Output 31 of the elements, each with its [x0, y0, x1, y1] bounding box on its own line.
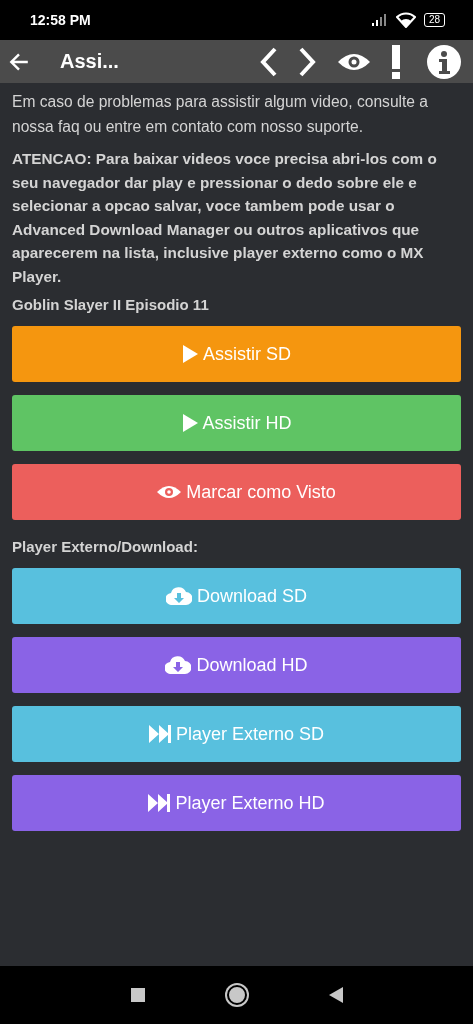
action-button[interactable]: Assistir HD: [12, 395, 461, 451]
warning-text: ATENCAO: Para baixar videos voce precisa abri-los com o seu navegador dar play e pressionar o dedo sobre ele e selecionar a opcao salvar, voce tambem pode usar o Advanced Download Manager ou outros aplicativos que aparecerem na lista, inclusive player externo como o MX Player.: [12, 149, 438, 287]
eye-icon[interactable]: [337, 51, 371, 72]
back-icon[interactable]: [328, 987, 343, 1003]
signal-icon: [371, 14, 388, 26]
eye-icon: [157, 485, 182, 499]
chevron-right-icon[interactable]: [297, 45, 317, 78]
toolbar-title: Assi...: [60, 50, 120, 73]
action-button[interactable]: Download HD: [12, 637, 461, 693]
action-button[interactable]: Player Externo SD: [12, 706, 461, 762]
play-icon: [182, 345, 198, 363]
chevron-left-icon[interactable]: [259, 45, 279, 78]
action-button[interactable]: Player Externo HD: [12, 775, 461, 831]
cloud-download-icon: [165, 587, 192, 605]
home-icon[interactable]: [226, 985, 247, 1005]
help-text: Em caso de problemas para assistir algum video, consulte a nossa faq ou entre em contato com nosso suporte.: [12, 92, 430, 137]
fast-forward-icon: [148, 794, 171, 812]
play-icon: [181, 414, 198, 432]
fast-forward-icon: [148, 725, 171, 743]
recent-apps-icon[interactable]: [130, 988, 145, 1002]
info-icon[interactable]: [427, 44, 461, 79]
section-heading: Player Externo/Download:: [12, 537, 199, 557]
status-time: 12:58 PM: [30, 12, 91, 28]
action-button[interactable]: Marcar como Visto: [12, 464, 461, 520]
episode-title: Goblin Slayer II Episodio 11: [12, 295, 210, 315]
wifi-icon: [395, 12, 416, 28]
cloud-download-icon: [165, 656, 192, 674]
action-button[interactable]: Assistir SD: [12, 326, 461, 382]
action-button[interactable]: Download SD: [12, 568, 461, 624]
exclamation-icon[interactable]: [391, 44, 401, 79]
battery-indicator: 28: [423, 13, 445, 27]
